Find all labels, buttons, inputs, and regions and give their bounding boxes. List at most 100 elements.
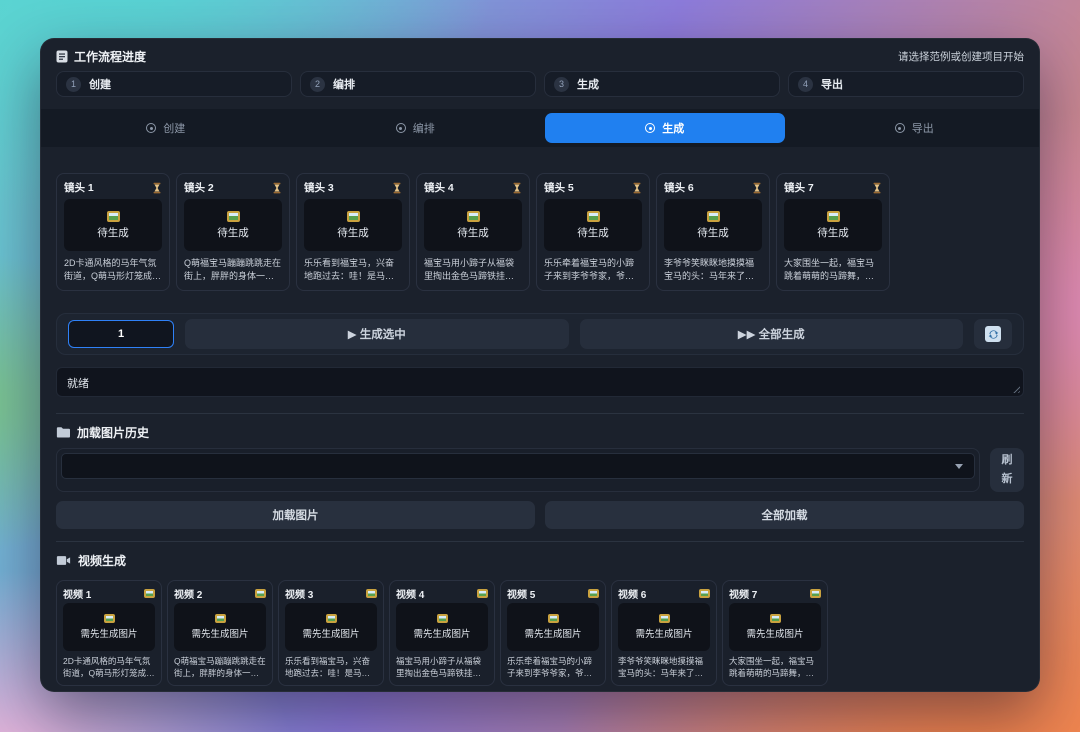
video-placeholder-label: 需先生成图片 [524, 629, 582, 640]
shot-cards-row: 镜头 1 待生成 2D卡通风格的马年气氛街道，Q萌马形灯笼成排挂起，红... 镜… [56, 173, 1024, 291]
video-card-title: 视频 2 [174, 589, 203, 601]
shot-placeholder: 待生成 [64, 199, 162, 251]
image-icon [255, 588, 266, 598]
page-title: 工作流程进度 [56, 48, 146, 65]
tab[interactable]: 创建 [46, 113, 286, 143]
shot-card-header: 镜头 6 [664, 181, 762, 194]
video-placeholder: 需先生成图片 [396, 603, 488, 651]
image-icon [144, 588, 155, 598]
shot-card[interactable]: 镜头 5 待生成 乐乐牵着福宝马的小蹄子来到李爷爷家，爷爷开门看到惊... [536, 173, 650, 291]
image-icon [586, 210, 600, 222]
image-icon [436, 614, 448, 623]
video-card-header: 视频 3 [285, 587, 377, 601]
workflow-steps: 1 创建 2 编排 3 生成 4 导出 [56, 71, 1024, 97]
history-dropdown-container [56, 448, 980, 492]
shot-card-header: 镜头 3 [304, 181, 402, 194]
shot-card-title: 镜头 6 [664, 182, 694, 194]
shot-description: 2D卡通风格的马年气氛街道，Q萌马形灯笼成排挂起，红... [64, 258, 162, 281]
load-image-button[interactable]: 加载图片 [56, 501, 535, 529]
tab[interactable]: 导出 [795, 113, 1035, 143]
shot-card-header: 镜头 4 [424, 181, 522, 194]
video-card[interactable]: 视频 3 需先生成图片 乐乐看到福宝马，兴奋地跑过去：哇！是马年福星！福宝... [278, 580, 384, 686]
tab-label: 创建 [163, 123, 186, 135]
video-card-title: 视频 5 [507, 589, 536, 601]
shot-card[interactable]: 镜头 3 待生成 乐乐看到福宝马，兴奋地跑过去：哇！是马年福星！福宝... [296, 173, 410, 291]
video-card[interactable]: 视频 6 需先生成图片 李爷爷笑眯眯地摸摸福宝马的头：马年来了福马，今年一... [611, 580, 717, 686]
tab[interactable]: 编排 [296, 113, 536, 143]
shot-card[interactable]: 镜头 7 待生成 大家围坐一起，福宝马跳着萌萌的马蹄舞，胖胖的身体扭... [776, 173, 890, 291]
resize-grip[interactable] [1011, 384, 1020, 393]
shot-placeholder-label: 待生成 [217, 226, 249, 239]
video-card-header: 视频 6 [618, 587, 710, 601]
video-card-header: 视频 5 [507, 587, 599, 601]
generate-controls-panel: ▶ 生成选中 ▶▶ 全部生成 [56, 313, 1024, 355]
tab[interactable]: 生成 [545, 113, 785, 143]
video-placeholder-label: 需先生成图片 [413, 629, 471, 640]
image-icon [699, 588, 710, 598]
circle-dot-icon [146, 123, 157, 133]
video-description: 乐乐牵着福宝马的小蹄子来到李爷爷家，爷爷开门看到惊... [507, 656, 593, 678]
shot-card[interactable]: 镜头 2 待生成 Q萌福宝马蹦蹦跳跳走在街上，胖胖的身体一颠一颠，... [176, 173, 290, 291]
video-placeholder-label: 需先生成图片 [191, 629, 249, 640]
video-card[interactable]: 视频 1 需先生成图片 2D卡通风格的马年气氛街道，Q萌马形灯笼成排挂起... [56, 580, 162, 686]
video-card[interactable]: 视频 5 需先生成图片 乐乐牵着福宝马的小蹄子来到李爷爷家，爷爷开门看到惊... [500, 580, 606, 686]
step-number-badge: 1 [66, 76, 81, 92]
shot-description: 福宝马用小蹄子从福袋里掏出金色马蹄铁挂件，眼睛弯成... [424, 258, 515, 281]
refresh-list-button[interactable]: 刷新 [990, 448, 1024, 492]
video-card-title: 视频 3 [285, 589, 314, 601]
image-icon [826, 210, 840, 222]
shot-placeholder-label: 待生成 [457, 226, 489, 239]
tab-label: 生成 [662, 123, 685, 135]
chevron-down-icon [955, 463, 963, 469]
shot-card[interactable]: 镜头 6 待生成 李爷爷笑眯眯地摸摸福宝马的头：马年来了福马，今年一... [656, 173, 770, 291]
image-icon [226, 210, 240, 222]
shot-card-header: 镜头 1 [64, 181, 162, 194]
image-history-header: 加载图片历史 [56, 424, 1024, 440]
shot-placeholder: 待生成 [544, 199, 642, 251]
history-dropdown[interactable] [61, 453, 975, 479]
video-camera-icon [56, 555, 71, 566]
video-description: 李爷爷笑眯眯地摸摸福宝马的头：马年来了福马，今年一... [618, 656, 704, 678]
shot-card[interactable]: 镜头 1 待生成 2D卡通风格的马年气氛街道，Q萌马形灯笼成排挂起，红... [56, 173, 170, 291]
video-cards-row: 视频 1 需先生成图片 2D卡通风格的马年气氛街道，Q萌马形灯笼成排挂起... … [56, 580, 1024, 686]
video-description: 大家围坐一起，福宝马跳着萌萌的马蹄舞，胖胖的身体扭... [729, 656, 815, 678]
image-history-title: 加载图片历史 [77, 425, 150, 440]
shot-placeholder-label: 待生成 [577, 226, 609, 239]
image-icon [706, 210, 720, 222]
image-icon [547, 614, 559, 623]
shot-description: 大家围坐一起，福宝马跳着萌萌的马蹄舞，胖胖的身体扭... [784, 258, 875, 281]
load-all-button[interactable]: 全部加载 [545, 501, 1024, 529]
hourglass-icon [632, 182, 642, 194]
app-window: 工作流程进度 请选择范例或创建项目开始 1 创建 2 编排 3 生成 4 导出 … [40, 38, 1040, 692]
generate-selected-button[interactable]: ▶ 生成选中 [185, 319, 569, 349]
shot-placeholder-label: 待生成 [697, 226, 729, 239]
shot-card[interactable]: 镜头 4 待生成 福宝马用小蹄子从福袋里掏出金色马蹄铁挂件，眼睛弯成... [416, 173, 530, 291]
image-icon [103, 614, 115, 623]
workflow-step[interactable]: 1 创建 [56, 71, 292, 97]
shot-number-input[interactable] [68, 320, 174, 348]
status-log[interactable]: 就绪 [56, 367, 1024, 397]
video-card[interactable]: 视频 2 需先生成图片 Q萌福宝马蹦蹦跳跳走在街上，胖胖的身体一颠一颠，... [167, 580, 273, 686]
video-card[interactable]: 视频 4 需先生成图片 福宝马用小蹄子从福袋里掏出金色马蹄铁挂件，眼睛弯成... [389, 580, 495, 686]
shot-placeholder: 待生成 [424, 199, 522, 251]
header-hint-text: 请选择范例或创建项目开始 [898, 50, 1024, 63]
video-card[interactable]: 视频 7 需先生成图片 大家围坐一起，福宝马跳着萌萌的马蹄舞，胖胖的身体扭... [722, 580, 828, 686]
video-placeholder-label: 需先生成图片 [80, 629, 138, 640]
refresh-icon-button[interactable] [974, 319, 1012, 349]
video-placeholder: 需先生成图片 [63, 603, 155, 651]
shot-card-header: 镜头 7 [784, 181, 882, 194]
image-history-controls: 刷新 [56, 448, 1024, 492]
step-label: 导出 [821, 79, 843, 91]
workflow-step[interactable]: 3 生成 [544, 71, 780, 97]
status-text: 就绪 [67, 378, 89, 390]
refresh-icon [985, 326, 1001, 342]
video-placeholder: 需先生成图片 [507, 603, 599, 651]
video-placeholder-label: 需先生成图片 [635, 629, 693, 640]
workflow-step[interactable]: 4 导出 [788, 71, 1024, 97]
shot-description: Q萌福宝马蹦蹦跳跳走在街上，胖胖的身体一颠一颠，... [184, 258, 282, 281]
circle-dot-icon [894, 123, 905, 133]
workflow-step[interactable]: 2 编排 [300, 71, 536, 97]
shot-placeholder: 待生成 [184, 199, 282, 251]
generate-all-button[interactable]: ▶▶ 全部生成 [579, 319, 963, 349]
video-generation-header: 视频生成 [56, 552, 1024, 568]
